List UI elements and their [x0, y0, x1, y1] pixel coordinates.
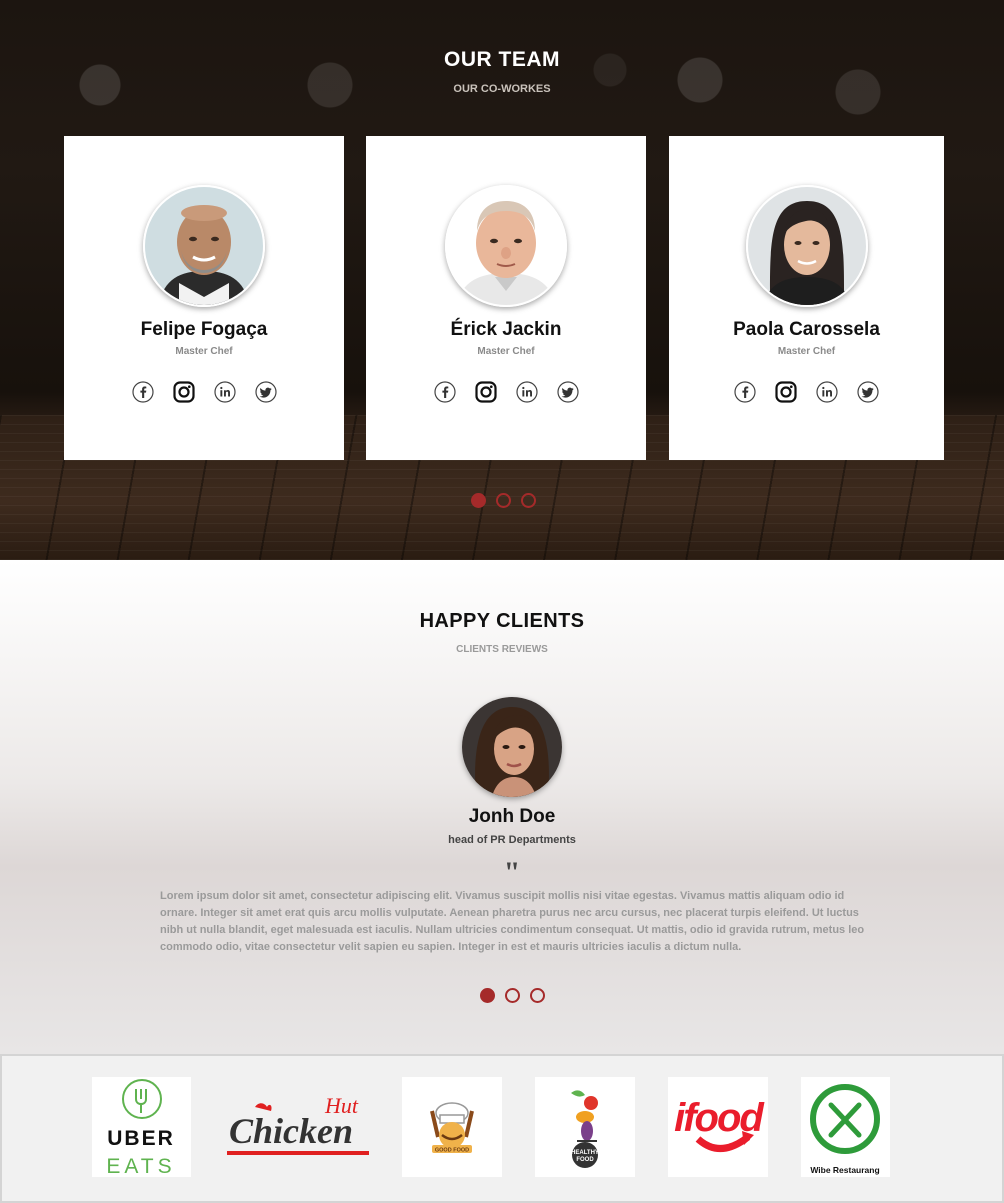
- carousel-dot-2[interactable]: [505, 988, 520, 1003]
- svg-text:ifood: ifood: [674, 1096, 765, 1140]
- clients-section: HAPPY CLIENTS CLIENTS REVIEWS Jonh Doe h…: [0, 560, 1004, 1054]
- carousel-dot-3[interactable]: [521, 493, 536, 508]
- team-card: Paola Carossela Master Chef: [669, 136, 944, 460]
- svg-text:Hut: Hut: [324, 1093, 359, 1118]
- linkedin-icon[interactable]: [213, 381, 236, 403]
- svg-text:FOOD: FOOD: [576, 1157, 594, 1163]
- member-role: Master Chef: [175, 346, 233, 357]
- carousel-dot-1[interactable]: [480, 988, 495, 1003]
- instagram-icon[interactable]: [775, 381, 797, 403]
- good-food-logo[interactable]: GOOD FOOD: [402, 1077, 502, 1177]
- social-links: [669, 381, 944, 403]
- svg-text:GOOD FOOD: GOOD FOOD: [435, 1148, 469, 1154]
- social-links: [366, 381, 646, 403]
- ifood-logo[interactable]: ifood: [668, 1077, 768, 1177]
- team-section: OUR TEAM OUR CO-WORKES Felipe Fogaça Mas…: [0, 0, 1004, 560]
- svg-text:EATS: EATS: [106, 1155, 175, 1177]
- twitter-icon[interactable]: [254, 381, 277, 403]
- twitter-icon[interactable]: [556, 381, 579, 403]
- instagram-icon[interactable]: [474, 381, 497, 403]
- carousel-dot-2[interactable]: [496, 493, 511, 508]
- clients-subtitle: CLIENTS REVIEWS: [456, 644, 548, 655]
- facebook-icon[interactable]: [433, 381, 456, 403]
- uber-eats-logo[interactable]: UBER EATS: [92, 1077, 191, 1177]
- member-photo: [143, 185, 265, 307]
- client-role: head of PR Departments: [448, 834, 576, 846]
- quote-icon: ": [503, 856, 521, 889]
- svg-text:HEALTHY: HEALTHY: [571, 1150, 599, 1156]
- member-name: Érick Jackin: [450, 319, 562, 340]
- review-text: Lorem ipsum dolor sit amet, consectetur …: [160, 890, 865, 953]
- social-links: [64, 381, 344, 403]
- svg-text:UBER: UBER: [107, 1127, 175, 1150]
- team-subtitle: OUR CO-WORKES: [453, 83, 551, 95]
- team-card: Érick Jackin Master Chef: [366, 136, 646, 460]
- linkedin-icon[interactable]: [816, 381, 838, 403]
- member-role: Master Chef: [477, 346, 535, 357]
- team-card: Felipe Fogaça Master Chef: [64, 136, 344, 460]
- member-photo: [745, 185, 868, 307]
- twitter-icon[interactable]: [857, 381, 879, 403]
- instagram-icon[interactable]: [172, 381, 195, 403]
- clients-title: HAPPY CLIENTS: [419, 610, 585, 632]
- wibe-restaurang-logo[interactable]: Wibe Restaurang: [801, 1077, 890, 1177]
- chicken-hut-logo[interactable]: Chicken Hut: [225, 1077, 371, 1177]
- client-name: Jonh Doe: [468, 806, 556, 827]
- facebook-icon[interactable]: [734, 381, 756, 403]
- clients-carousel-dots: [480, 988, 545, 1003]
- member-role: Master Chef: [777, 346, 836, 357]
- carousel-dot-1[interactable]: [471, 493, 486, 508]
- healthy-food-logo[interactable]: HEALTHY FOOD: [535, 1077, 635, 1177]
- svg-text:Wibe Restaurang: Wibe Restaurang: [810, 1165, 879, 1175]
- carousel-dot-3[interactable]: [530, 988, 545, 1003]
- team-title: OUR TEAM: [444, 48, 560, 71]
- linkedin-icon[interactable]: [515, 381, 538, 403]
- partners-strip: UBER EATS Chicken Hut GOOD FOOD HEALTHY …: [0, 1054, 1004, 1203]
- facebook-icon[interactable]: [131, 381, 154, 403]
- member-name: Paola Carossela: [733, 319, 880, 340]
- member-name: Felipe Fogaça: [140, 319, 268, 340]
- team-carousel-dots: [471, 493, 536, 508]
- member-photo: [445, 185, 567, 307]
- client-photo: [462, 697, 562, 797]
